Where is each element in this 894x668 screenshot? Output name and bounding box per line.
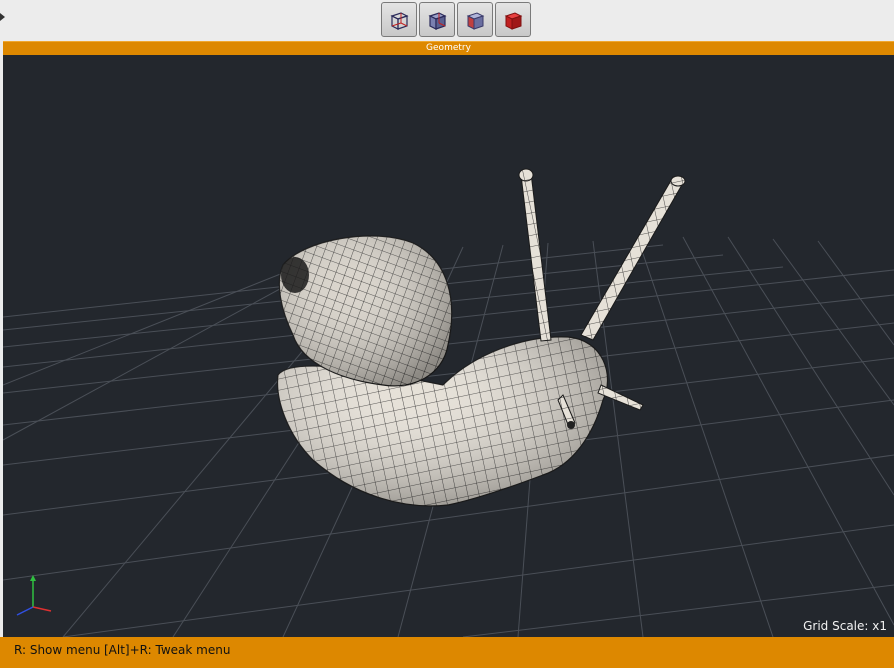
solid-red-cube-view-button[interactable] — [495, 2, 531, 37]
wireframe-cube-view-button[interactable] — [381, 2, 417, 37]
expand-arrow-icon[interactable] — [0, 13, 5, 21]
scene-render — [3, 168, 894, 637]
grid-scale-label: Grid Scale: x1 — [803, 619, 887, 633]
shaded-wire-cube-icon — [428, 11, 447, 30]
panel-title: Geometry — [3, 41, 894, 55]
smooth-shaded-cube-view-button[interactable] — [457, 2, 493, 37]
snail-mesh — [276, 168, 686, 507]
status-bar: R: Show menu [Alt]+R: Tweak menu — [0, 637, 894, 668]
top-toolbar-area — [0, 0, 894, 41]
shaded-wire-cube-view-button[interactable] — [419, 2, 455, 37]
3d-viewport[interactable]: Grid Scale: x1 — [3, 55, 894, 637]
tweak-menu-hint: [Alt]+R: Tweak menu — [104, 643, 231, 657]
show-menu-hint: R: Show menu — [14, 643, 101, 657]
axis-gizmo — [16, 575, 52, 616]
solid-red-cube-icon — [504, 11, 523, 30]
smooth-shaded-cube-icon — [466, 11, 485, 30]
display-mode-toolbar — [381, 2, 531, 38]
wireframe-cube-icon — [390, 11, 409, 30]
